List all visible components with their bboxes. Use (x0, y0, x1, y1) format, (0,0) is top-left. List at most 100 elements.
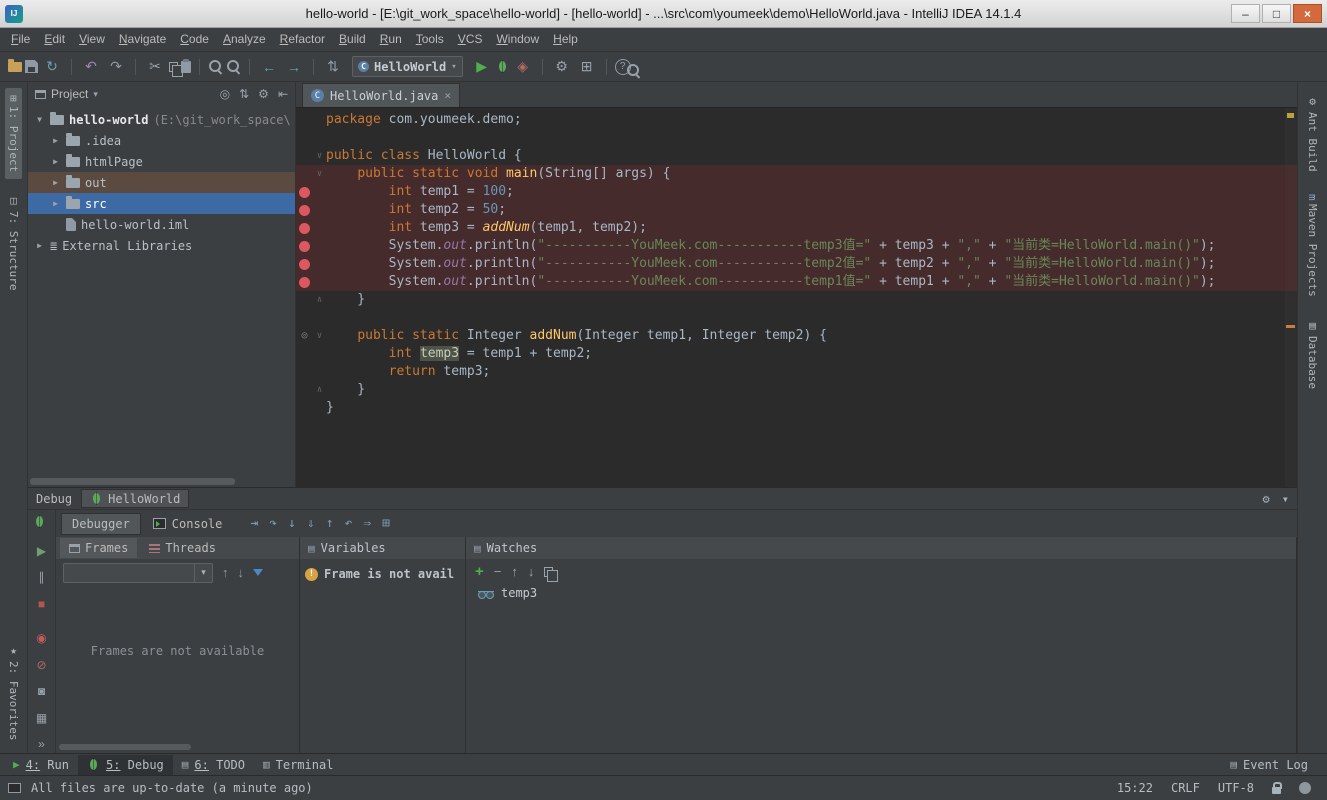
pause-icon[interactable]: ∥ (33, 569, 51, 587)
resume-icon[interactable]: ▶ (33, 542, 51, 560)
fold-marker-icon[interactable]: ∧ (313, 381, 326, 399)
breakpoint-icon[interactable] (296, 277, 313, 288)
close-button[interactable]: × (1293, 4, 1322, 23)
search-everywhere-icon[interactable] (626, 63, 641, 78)
code-line[interactable]: } (296, 399, 1297, 417)
encoding-selector[interactable]: UTF-8 (1218, 781, 1254, 795)
chevron-icon[interactable]: ▼ (34, 115, 45, 124)
code-line[interactable]: int temp3 = temp1 + temp2; (296, 345, 1297, 363)
fold-marker-icon[interactable]: ∨ (313, 327, 326, 345)
find-icon[interactable] (208, 59, 223, 74)
paste-icon[interactable] (181, 61, 191, 73)
fold-marker-icon[interactable]: ∨ (313, 147, 326, 165)
tree-item-hello-world-iml[interactable]: hello-world.iml (28, 214, 295, 235)
error-stripe-mark-icon[interactable] (1287, 113, 1294, 118)
code-line[interactable]: ∧ } (296, 381, 1297, 399)
tab-threads[interactable]: Threads (140, 538, 225, 558)
tree-item-htmlpage[interactable]: ▶htmlPage (28, 151, 295, 172)
code-line[interactable]: System.out.println("-----------YouMeek.c… (296, 237, 1297, 255)
chevron-icon[interactable]: ▶ (50, 178, 61, 187)
lock-icon[interactable] (1272, 787, 1281, 794)
debug-icon[interactable] (496, 60, 509, 73)
back-icon[interactable]: ← (258, 56, 280, 78)
step-into-icon[interactable]: ↓ (288, 516, 296, 531)
menu-analyze[interactable]: Analyze (216, 28, 273, 51)
mute-breakpoints-icon[interactable]: ⊘ (33, 656, 51, 674)
tree-item-hello-world[interactable]: ▼hello-world (E:\git_work_space\ (28, 109, 295, 130)
code-line[interactable]: return temp3; (296, 363, 1297, 381)
fold-marker-icon[interactable]: ∨ (313, 165, 326, 183)
watch-item[interactable]: temp3 (466, 584, 1296, 600)
forward-icon[interactable]: → (283, 56, 305, 78)
breakpoint-icon[interactable] (296, 241, 313, 252)
menu-file[interactable]: File (4, 28, 37, 51)
breakpoint-icon[interactable] (296, 187, 313, 198)
thread-dump-icon[interactable]: ◙ (33, 683, 51, 701)
tool-stripe-1-project[interactable]: ⊞1: Project (5, 88, 22, 179)
view-breakpoints-icon[interactable]: ◉ (33, 630, 51, 648)
force-step-into-icon[interactable]: ⇓ (307, 516, 315, 531)
editor-tab-helloworld-java[interactable]: C HelloWorld.java × (302, 83, 460, 107)
run-to-cursor-icon[interactable]: ⇒ (363, 516, 371, 531)
tree-item-external-libraries[interactable]: ▶≣External Libraries (28, 235, 295, 256)
code-line[interactable] (296, 309, 1297, 327)
chevron-down-icon[interactable]: ▾ (93, 89, 98, 100)
toolwindow-button-event-log[interactable]: ▤Event Log (1221, 755, 1317, 775)
tree-item-src[interactable]: ▶src (28, 193, 295, 214)
error-stripe-mark-icon[interactable] (1286, 325, 1295, 328)
fold-marker-icon[interactable]: ∧ (313, 291, 326, 309)
tool-stripe-ant-build[interactable]: ⚙Ant Build (1304, 88, 1321, 179)
inspections-icon[interactable] (1299, 782, 1311, 794)
run-icon[interactable]: ▶ (471, 56, 493, 78)
duplicate-watch-icon[interactable] (544, 567, 553, 577)
tab-frames[interactable]: Frames (60, 538, 137, 558)
synchronize-icon[interactable]: ↻ (41, 56, 63, 78)
move-watch-up-icon[interactable]: ↑ (511, 564, 518, 579)
tool-stripe-2-favorites[interactable]: ★2: Favorites (5, 637, 22, 747)
scroll-from-source-icon[interactable]: ◎ (220, 87, 230, 101)
minimize-button[interactable]: – (1231, 4, 1260, 23)
editor-scrollbar[interactable] (1285, 108, 1297, 487)
rerun-debug-icon[interactable] (33, 515, 51, 533)
step-out-icon[interactable]: ↑ (326, 516, 334, 531)
replace-icon[interactable] (226, 59, 241, 74)
show-execution-point-icon[interactable]: ⇥ (250, 516, 258, 531)
menu-vcs[interactable]: VCS (451, 28, 490, 51)
menu-refactor[interactable]: Refactor (273, 28, 332, 51)
tab-debugger[interactable]: Debugger (61, 513, 141, 535)
stop-icon[interactable]: ■ (33, 595, 51, 613)
menu-edit[interactable]: Edit (37, 28, 72, 51)
move-down-icon[interactable]: ↓ (238, 565, 245, 580)
restore-layout-icon[interactable]: ▦ (33, 709, 51, 727)
redo-icon[interactable]: ↷ (105, 56, 127, 78)
chevron-icon[interactable]: ▶ (50, 199, 61, 208)
chevron-icon[interactable]: ▶ (50, 136, 61, 145)
project-hscrollbar[interactable] (30, 478, 292, 485)
maximize-button[interactable]: □ (1262, 4, 1291, 23)
close-tab-icon[interactable]: × (444, 89, 451, 102)
more-options-icon[interactable]: » (33, 736, 51, 754)
code-line[interactable]: ◎∨ public static Integer addNum(Integer … (296, 327, 1297, 345)
code-line[interactable] (296, 129, 1297, 147)
open-icon[interactable] (8, 62, 22, 72)
cut-icon[interactable]: ✂ (144, 56, 166, 78)
code-line[interactable]: int temp1 = 100; (296, 183, 1297, 201)
code-editor[interactable]: package com.youmeek.demo;∨public class H… (296, 108, 1297, 487)
menu-view[interactable]: View (72, 28, 112, 51)
breakpoint-icon[interactable] (296, 259, 313, 270)
code-line[interactable]: int temp2 = 50; (296, 201, 1297, 219)
menu-build[interactable]: Build (332, 28, 373, 51)
run-configuration-select[interactable]: CHelloWorld▾ (352, 56, 463, 77)
remove-watch-icon[interactable]: − (494, 564, 502, 579)
coverage-icon[interactable]: ◈ (512, 56, 534, 78)
menu-help[interactable]: Help (546, 28, 585, 51)
tab-console[interactable]: Console (143, 513, 233, 535)
chevron-icon[interactable]: ▶ (34, 241, 45, 250)
code-line[interactable]: ∧ } (296, 291, 1297, 309)
move-watch-down-icon[interactable]: ↓ (528, 564, 535, 579)
hide-panel-icon[interactable]: ▾ (1282, 492, 1289, 506)
chevron-icon[interactable]: ▶ (50, 157, 61, 166)
hide-panel-icon[interactable]: ⇤ (278, 87, 288, 101)
code-line[interactable]: System.out.println("-----------YouMeek.c… (296, 255, 1297, 273)
menu-run[interactable]: Run (373, 28, 409, 51)
